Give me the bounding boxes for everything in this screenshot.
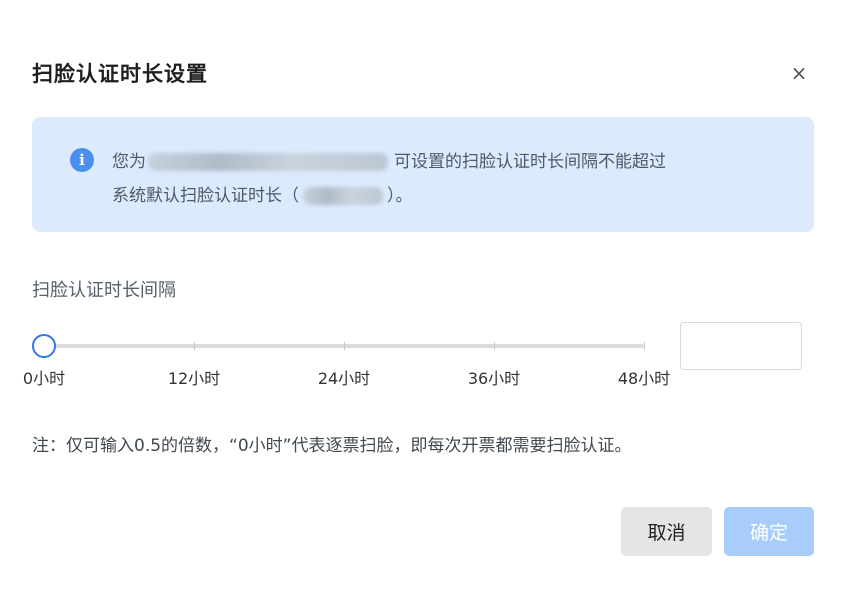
slider-tick bbox=[344, 342, 345, 350]
slider-mark-label: 12小时 bbox=[167, 369, 221, 388]
slider-tick bbox=[494, 342, 495, 350]
notice-line-1-suffix: 可设置的扫脸认证时长间隔不能超过 bbox=[394, 152, 666, 172]
slider-tick bbox=[194, 342, 195, 350]
close-icon[interactable]: × bbox=[786, 60, 812, 86]
slider-tick bbox=[644, 342, 645, 350]
slider-mark-label: 36小时 bbox=[467, 369, 521, 388]
notice-line-2-prefix: 系统默认扫脸认证时长（ bbox=[112, 186, 299, 206]
redacted-text bbox=[303, 187, 383, 205]
dialog-title: 扫脸认证时长设置 bbox=[32, 62, 208, 86]
cancel-button[interactable]: 取消 bbox=[621, 507, 712, 556]
slider-handle[interactable] bbox=[32, 334, 56, 358]
notice-line-1: 您为 可设置的扫脸认证时长间隔不能超过 bbox=[112, 147, 666, 172]
notice-line-2-suffix: ）。 bbox=[387, 186, 413, 206]
duration-slider[interactable] bbox=[32, 334, 645, 358]
redacted-text bbox=[148, 153, 388, 171]
info-icon: i bbox=[70, 148, 94, 172]
duration-input[interactable] bbox=[680, 322, 802, 370]
confirm-button[interactable]: 确定 bbox=[724, 507, 814, 556]
info-notice: i 您为 可设置的扫脸认证时长间隔不能超过 系统默认扫脸认证时长（ ）。 bbox=[32, 117, 814, 232]
duration-field-label: 扫脸认证时长间隔 bbox=[32, 280, 176, 301]
slider-mark-label: 48小时 bbox=[617, 369, 671, 388]
face-auth-duration-dialog: 扫脸认证时长设置 × i 您为 可设置的扫脸认证时长间隔不能超过 系统默认扫脸认证… bbox=[0, 0, 845, 598]
slider-mark-label: 0小时 bbox=[22, 369, 66, 388]
notice-line-2: 系统默认扫脸认证时长（ ）。 bbox=[112, 181, 413, 206]
notice-line-1-prefix: 您为 bbox=[112, 152, 146, 172]
note-text: 注：仅可输入0.5的倍数，“0小时”代表逐票扫脸，即每次开票都需要扫脸认证。 bbox=[32, 436, 632, 456]
slider-mark-label: 24小时 bbox=[317, 369, 371, 388]
